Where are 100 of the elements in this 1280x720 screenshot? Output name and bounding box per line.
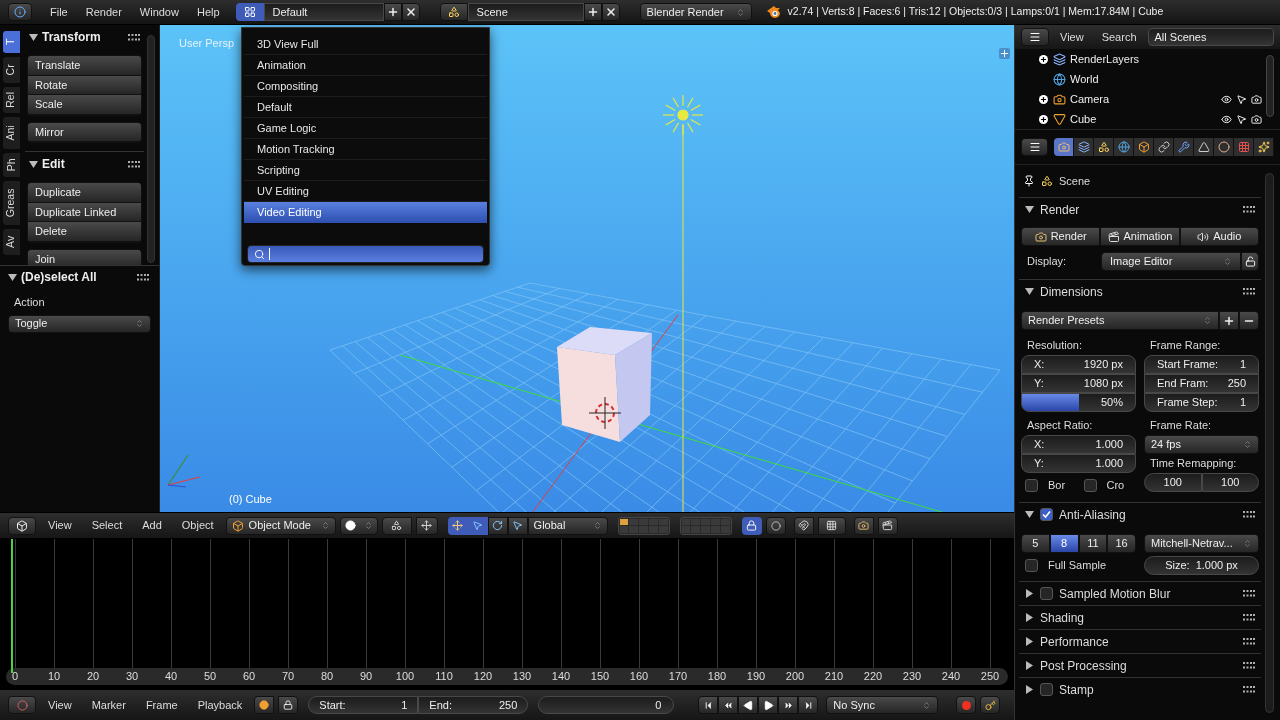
visibility-icon[interactable]	[1221, 113, 1232, 125]
display-dropdown[interactable]: Image Editor	[1101, 252, 1241, 271]
playback-button[interactable]	[798, 696, 819, 714]
menu-item[interactable]: Default	[244, 97, 487, 118]
properties-tab[interactable]	[1234, 138, 1254, 156]
lock-camera-button[interactable]	[741, 516, 762, 535]
record-button[interactable]	[956, 696, 977, 714]
menu-item[interactable]: Compositing	[244, 76, 487, 97]
grip-icon[interactable]	[1243, 206, 1255, 213]
checkbox[interactable]	[1025, 478, 1038, 492]
expand-triangle-icon[interactable]	[1025, 589, 1034, 598]
scrollbar[interactable]	[1265, 173, 1274, 713]
number-field[interactable]: End Fram: 250	[1144, 374, 1259, 393]
cursor-icon[interactable]	[1236, 113, 1247, 125]
number-field[interactable]: Y: 1080 px	[1021, 374, 1136, 393]
expand-triangle-icon[interactable]	[1025, 613, 1034, 622]
orientation-dropdown[interactable]: Global	[527, 516, 608, 535]
scrollbar[interactable]	[147, 35, 155, 263]
menu-item[interactable]: Object	[173, 517, 222, 534]
snap-toggle[interactable]	[793, 516, 814, 535]
menu-item[interactable]: View	[40, 517, 80, 534]
playback-button[interactable]	[758, 696, 779, 714]
properties-tab[interactable]	[1214, 138, 1234, 156]
number-field[interactable]: 100	[1201, 473, 1259, 492]
expand-icon[interactable]	[1038, 94, 1048, 104]
keying-button[interactable]	[980, 696, 1001, 714]
render-engine-dropdown[interactable]: Blender Render	[639, 3, 752, 21]
menu-item[interactable]: Video Editing	[244, 202, 487, 223]
tool-tab[interactable]: Greas	[2, 181, 20, 225]
properties-tab[interactable]	[1174, 138, 1194, 156]
checkbox[interactable]	[1025, 559, 1038, 572]
menu-item[interactable]: Playback	[189, 696, 251, 714]
menu-item[interactable]: Motion Tracking	[244, 139, 487, 160]
properties-tab[interactable]	[1114, 138, 1134, 156]
expand-icon[interactable]	[1038, 54, 1048, 64]
render-animation-button[interactable]	[877, 516, 898, 535]
sample-option[interactable]: 16	[1107, 534, 1136, 553]
layout-name-field[interactable]: Default	[263, 3, 384, 21]
presets-dropdown[interactable]: Render Presets	[1021, 311, 1219, 330]
sample-option[interactable]: 11	[1078, 534, 1108, 553]
tool-button[interactable]: Duplicate Linked	[28, 202, 141, 222]
playback-button[interactable]	[718, 696, 739, 714]
properties-tab[interactable]	[1054, 138, 1074, 156]
render-icon[interactable]	[1251, 113, 1262, 125]
number-field[interactable]: 100	[1144, 473, 1202, 492]
menu-item[interactable]: Add	[134, 517, 170, 534]
number-field[interactable]: X: 1920 px	[1021, 355, 1136, 374]
grip-icon[interactable]	[1243, 638, 1255, 645]
tool-button[interactable]: Join	[28, 249, 141, 265]
number-field[interactable]: Size: 1.000 px	[1144, 556, 1259, 575]
tool-tab[interactable]: Ani	[2, 117, 20, 149]
layer-buttons[interactable]	[617, 516, 670, 535]
tool-button[interactable]: Delete	[28, 222, 141, 242]
mode-dropdown[interactable]: Object Mode	[225, 516, 336, 535]
menu-item[interactable]: Game Logic	[244, 118, 487, 139]
grip-icon[interactable]	[1243, 511, 1255, 518]
number-field[interactable]: Frame Step: 1	[1144, 393, 1259, 412]
tool-tab[interactable]: Av	[2, 229, 20, 255]
editor-type-button[interactable]	[1021, 138, 1048, 156]
tool-tab[interactable]: Ph	[2, 153, 20, 177]
render-still-button[interactable]	[853, 516, 874, 535]
preview-range-button[interactable]	[254, 696, 275, 714]
menu-item[interactable]: Frame	[137, 696, 186, 714]
add-preset-button[interactable]	[1219, 311, 1239, 330]
number-field[interactable]: Y: 1.000	[1021, 454, 1136, 473]
grip-icon[interactable]	[1243, 288, 1255, 295]
tool-button[interactable]: Scale	[28, 95, 141, 115]
percentage-slider[interactable]: 50%	[1021, 393, 1136, 412]
expand-triangle-icon[interactable]	[1025, 637, 1034, 646]
outliner-row[interactable]: Camera	[1015, 89, 1266, 109]
tool-tab[interactable]: Rel	[2, 87, 20, 113]
translate-manipulator-button[interactable]	[467, 516, 488, 535]
properties-tab[interactable]	[1194, 138, 1214, 156]
current-frame-field[interactable]: 0	[538, 696, 675, 714]
editor-type-button[interactable]	[8, 516, 36, 535]
scene-browse-button[interactable]	[439, 3, 468, 21]
collapse-triangle-icon[interactable]	[1025, 205, 1034, 214]
menu-item[interactable]: Help	[188, 3, 228, 21]
properties-tab[interactable]	[1094, 138, 1114, 156]
tool-button[interactable]: Translate	[28, 56, 141, 76]
sample-option[interactable]: 8	[1049, 534, 1079, 553]
tool-tab[interactable]: T	[2, 31, 20, 53]
tool-tab[interactable]: Cr	[2, 57, 20, 83]
render-button[interactable]: Render	[1021, 227, 1101, 246]
tool-button[interactable]: Mirror	[28, 122, 141, 142]
properties-tab[interactable]	[1074, 138, 1094, 156]
cursor-icon[interactable]	[1236, 93, 1247, 105]
tool-button[interactable]: Rotate	[28, 75, 141, 95]
menu-item[interactable]: Animation	[244, 55, 487, 76]
grip-icon[interactable]	[1243, 590, 1255, 597]
menu-item[interactable]: Search	[1094, 28, 1144, 46]
outliner-row[interactable]: Cube	[1015, 109, 1266, 129]
grip-icon[interactable]	[128, 160, 140, 168]
sync-dropdown[interactable]: No Sync	[826, 696, 939, 714]
action-dropdown[interactable]: Toggle	[8, 314, 151, 333]
scrollbar[interactable]	[1266, 55, 1274, 117]
manipulator-toggle[interactable]	[447, 516, 468, 535]
number-field[interactable]: Start Frame: 1	[1144, 355, 1259, 374]
menu-item[interactable]: 3D View Full	[244, 34, 487, 55]
rotate-manipulator-button[interactable]	[487, 516, 508, 535]
